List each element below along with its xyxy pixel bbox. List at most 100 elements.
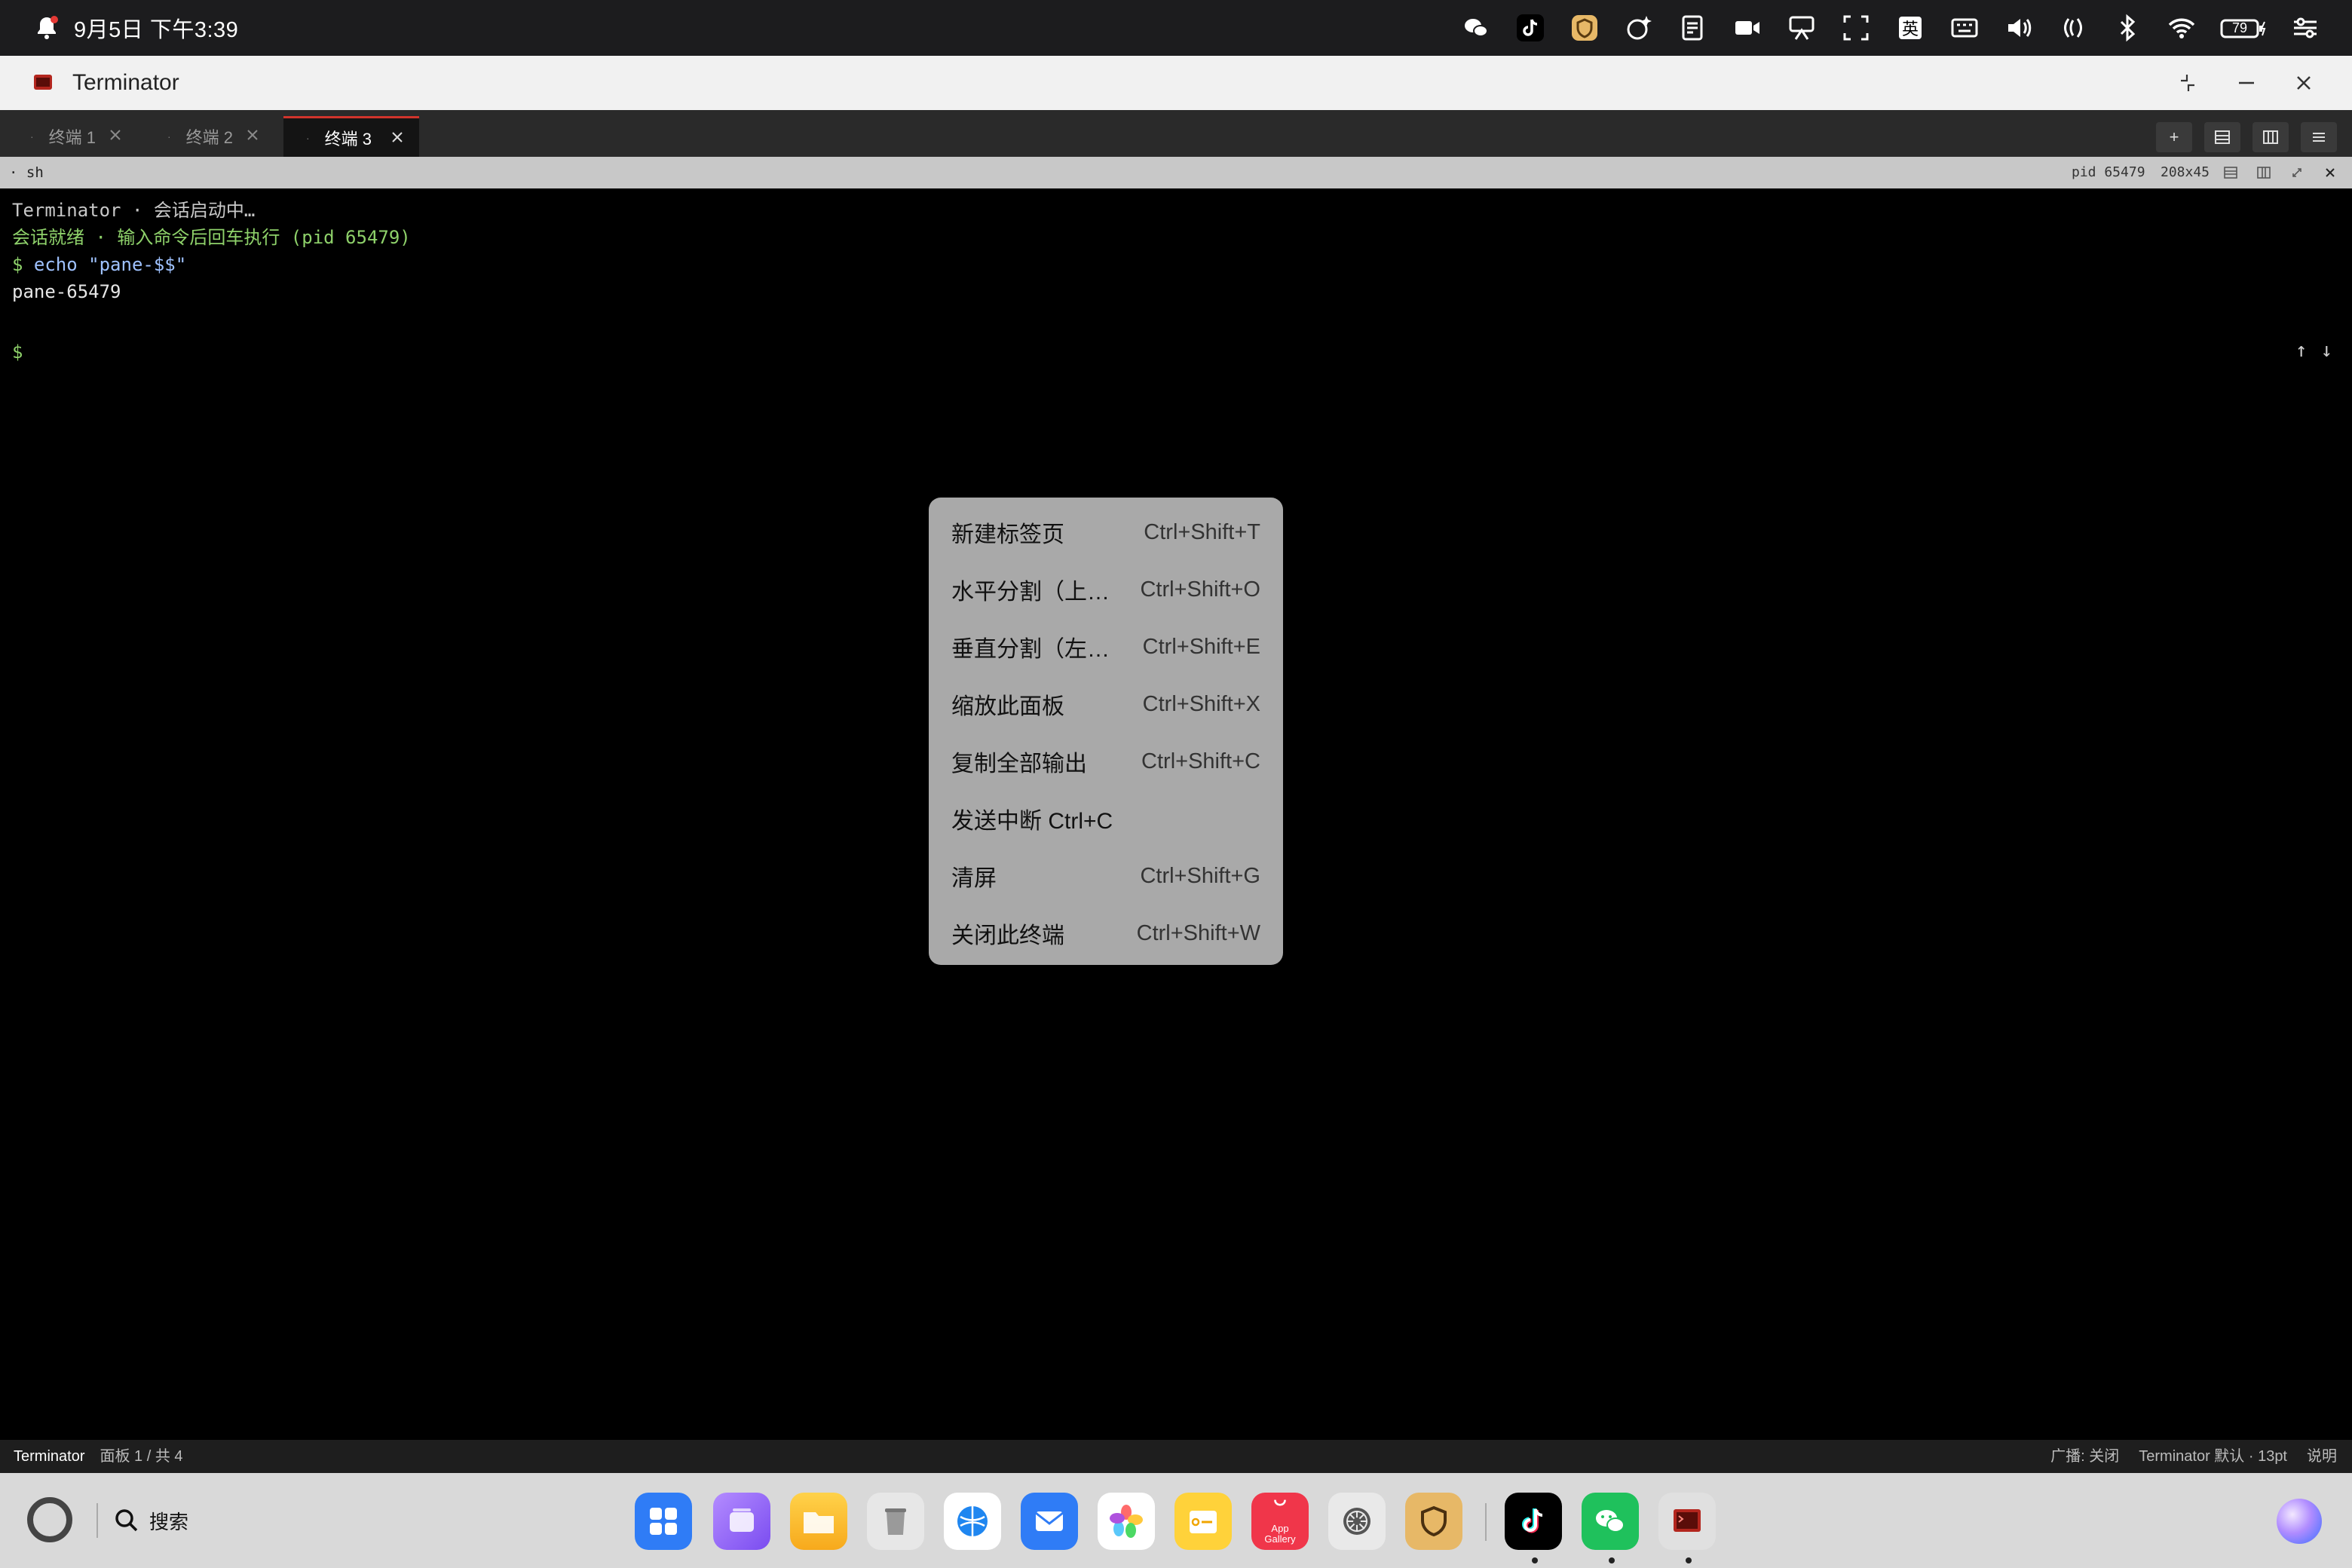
wechat-app-icon[interactable] bbox=[1582, 1493, 1639, 1550]
split-vertical-icon bbox=[2257, 167, 2271, 179]
tab-label: 终端 3 bbox=[324, 129, 372, 149]
screen-capture-icon[interactable] bbox=[1839, 11, 1873, 44]
terminal-line: 会话就绪 · 输入命令后回车执行 (pid 65479) bbox=[12, 227, 411, 248]
video-icon[interactable] bbox=[1731, 11, 1764, 44]
volume-icon[interactable] bbox=[2002, 11, 2035, 44]
app-launcher-icon[interactable] bbox=[635, 1493, 692, 1550]
status-datetime: 9月5日 下午3:39 bbox=[74, 18, 239, 42]
dock-search-button[interactable]: 搜索 bbox=[113, 1494, 188, 1547]
pane-split-horizontal-button[interactable] bbox=[2219, 162, 2242, 183]
app-gallery-icon[interactable]: App Gallery bbox=[1251, 1493, 1309, 1550]
notes-icon[interactable] bbox=[1677, 11, 1710, 44]
browser-icon[interactable] bbox=[944, 1493, 1001, 1550]
split-horizontal-icon bbox=[2215, 130, 2230, 144]
scroll-arrows: ↑ ↓ bbox=[2295, 339, 2332, 362]
status-pane-info: 面板 1 / 共 4 bbox=[100, 1448, 183, 1465]
status-help-link[interactable]: 说明 bbox=[2307, 1440, 2337, 1473]
gallery-icon[interactable] bbox=[1098, 1493, 1155, 1550]
battery-level: 79 bbox=[2231, 20, 2248, 35]
tab-terminal-2[interactable]: · 终端 2 bbox=[145, 116, 274, 157]
ai-sparkle-icon[interactable] bbox=[1622, 11, 1655, 44]
menu-item-label: 新建标签页 bbox=[951, 522, 1064, 547]
tab-terminal-3[interactable]: · 终端 3 bbox=[283, 116, 419, 157]
tab-dot: · bbox=[30, 130, 34, 142]
menu-item-zoom-pane[interactable]: 缩放此面板 Ctrl+Shift+X bbox=[929, 675, 1283, 733]
window-status-bar: Terminator 面板 1 / 共 4 广播: 关闭 Terminator 默… bbox=[0, 1440, 2352, 1473]
close-tab-icon[interactable] bbox=[243, 125, 262, 145]
menu-item-label: 垂直分割（左… bbox=[951, 637, 1110, 662]
close-tab-icon[interactable] bbox=[106, 125, 125, 145]
status-profile[interactable]: Terminator 默认 · 13pt bbox=[2139, 1440, 2287, 1473]
input-method-label: 英 bbox=[1901, 20, 1919, 38]
pane-maximize-button[interactable] bbox=[2286, 162, 2308, 183]
minimize-window-button[interactable] bbox=[2230, 66, 2263, 100]
pane-close-button[interactable] bbox=[2319, 162, 2341, 183]
home-button[interactable] bbox=[27, 1497, 72, 1542]
split-horizontal-button[interactable] bbox=[2204, 122, 2240, 152]
running-indicator bbox=[1686, 1557, 1692, 1563]
settings-icon[interactable] bbox=[1328, 1493, 1386, 1550]
close-window-button[interactable] bbox=[2287, 66, 2320, 100]
dock-search-label: 搜索 bbox=[149, 1510, 189, 1533]
terminator-app-icon[interactable] bbox=[1658, 1493, 1716, 1550]
security-app-icon[interactable] bbox=[1405, 1493, 1462, 1550]
menu-item-split-vertical[interactable]: 垂直分割（左… Ctrl+Shift+E bbox=[929, 618, 1283, 675]
pane-size: 208x45 bbox=[2161, 164, 2210, 180]
context-menu: 新建标签页 Ctrl+Shift+T 水平分割（上… Ctrl+Shift+O 垂直… bbox=[929, 498, 1283, 965]
mail-icon[interactable] bbox=[1021, 1493, 1078, 1550]
menu-item-close-terminal[interactable]: 关闭此终端 Ctrl+Shift+W bbox=[929, 905, 1283, 962]
wifi-icon[interactable] bbox=[2165, 11, 2198, 44]
scroll-down-icon[interactable]: ↓ bbox=[2320, 339, 2332, 362]
settings-toggle-icon[interactable] bbox=[2289, 11, 2322, 44]
menu-item-new-tab[interactable]: 新建标签页 Ctrl+Shift+T bbox=[929, 504, 1283, 561]
menu-item-split-horizontal[interactable]: 水平分割（上… Ctrl+Shift+O bbox=[929, 561, 1283, 618]
input-method-icon[interactable]: 英 bbox=[1894, 11, 1927, 44]
tab-terminal-1[interactable]: · 终端 1 bbox=[8, 116, 137, 157]
menu-item-shortcut: Ctrl+Shift+G bbox=[1140, 863, 1260, 888]
menu-item-send-interrupt[interactable]: 发送中断 Ctrl+C bbox=[929, 790, 1283, 847]
tiktok-icon[interactable] bbox=[1514, 11, 1547, 44]
split-vertical-button[interactable] bbox=[2252, 122, 2289, 152]
keyboard-icon[interactable] bbox=[1948, 11, 1981, 44]
assistant-orb-icon[interactable] bbox=[2277, 1499, 2322, 1544]
pane-split-vertical-button[interactable] bbox=[2252, 162, 2275, 183]
close-tab-icon[interactable] bbox=[387, 127, 407, 147]
security-icon[interactable] bbox=[1568, 11, 1601, 44]
menu-item-label: 水平分割（上… bbox=[951, 580, 1110, 605]
menu-item-shortcut: Ctrl+Shift+T bbox=[1144, 519, 1260, 544]
restore-window-button[interactable] bbox=[2171, 66, 2204, 100]
nfc-icon[interactable] bbox=[2056, 11, 2090, 44]
bluetooth-icon[interactable] bbox=[2111, 11, 2144, 44]
wechat-icon[interactable] bbox=[1459, 11, 1493, 44]
dock-divider bbox=[1485, 1503, 1487, 1541]
notes-app-icon[interactable] bbox=[1174, 1493, 1232, 1550]
multitask-icon[interactable] bbox=[713, 1493, 770, 1550]
pane-shell-name: sh bbox=[26, 164, 44, 181]
pane-header: · sh pid 65479 208x45 bbox=[0, 157, 2352, 188]
menu-item-shortcut: Ctrl+Shift+C bbox=[1141, 749, 1260, 773]
window-title-bar: Terminator bbox=[0, 56, 2352, 111]
menu-item-copy-all-output[interactable]: 复制全部输出 Ctrl+Shift+C bbox=[929, 733, 1283, 790]
terminal-line: pane-65479 bbox=[12, 281, 121, 302]
tiktok-app-icon[interactable] bbox=[1505, 1493, 1562, 1550]
dock: 搜索 App Gallery bbox=[0, 1473, 2352, 1568]
trash-icon[interactable] bbox=[867, 1493, 924, 1550]
screenshot-icon[interactable] bbox=[1785, 11, 1818, 44]
menu-item-clear-screen[interactable]: 清屏 Ctrl+Shift+G bbox=[929, 847, 1283, 905]
pane-name: · sh bbox=[9, 164, 44, 181]
menu-item-label: 清屏 bbox=[951, 866, 997, 891]
close-icon bbox=[2326, 168, 2335, 177]
split-horizontal-icon bbox=[2224, 167, 2237, 179]
running-indicator bbox=[1532, 1557, 1538, 1563]
scroll-up-icon[interactable]: ↑ bbox=[2295, 339, 2308, 362]
new-tab-button[interactable]: + bbox=[2156, 122, 2192, 152]
menu-button[interactable] bbox=[2301, 122, 2337, 152]
terminal-command: echo "pane-$$" bbox=[33, 254, 187, 275]
status-broadcast[interactable]: 广播: 关闭 bbox=[2050, 1440, 2119, 1473]
notification-bell-icon[interactable] bbox=[33, 14, 60, 41]
app-gallery-label: App Gallery bbox=[1264, 1523, 1296, 1545]
files-icon[interactable] bbox=[790, 1493, 847, 1550]
terminal-current-prompt[interactable]: $ bbox=[12, 339, 23, 365]
hamburger-menu-icon bbox=[2313, 133, 2325, 142]
tab-bar: · 终端 1 · 终端 2 · 终端 3 + bbox=[0, 110, 2352, 157]
